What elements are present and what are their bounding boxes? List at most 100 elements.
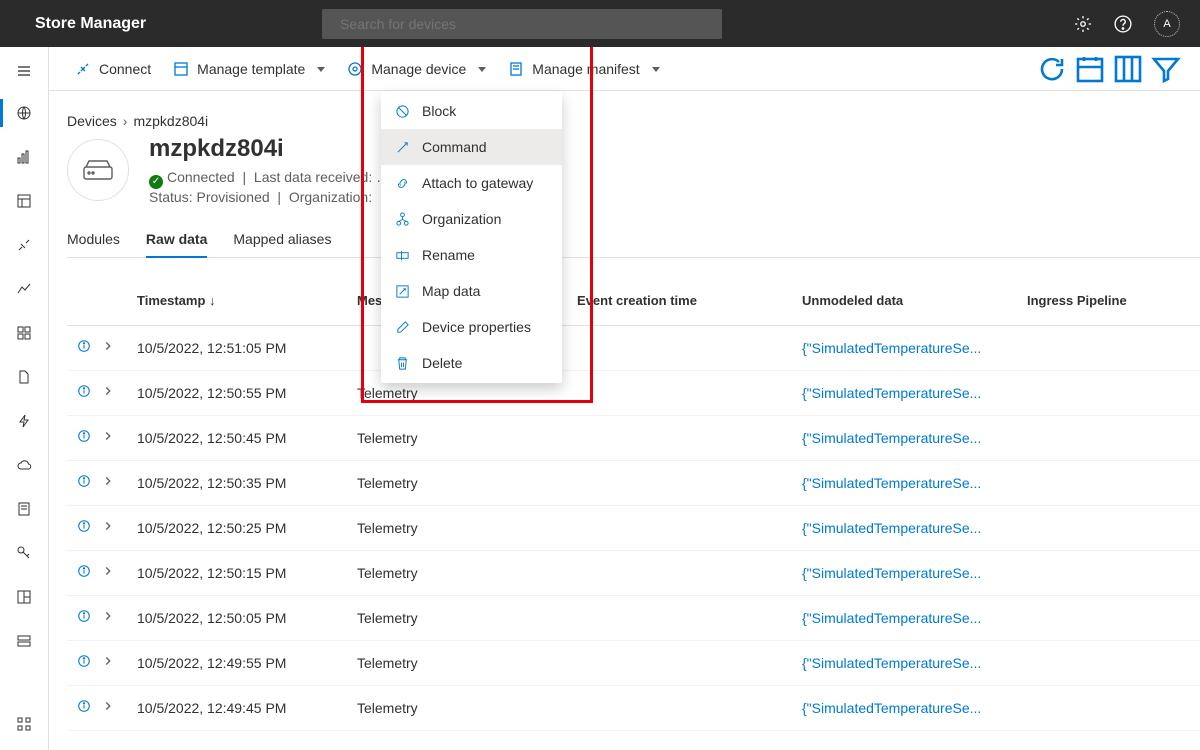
table-row[interactable]: 10/5/2022, 12:50:15 PMTelemetry{"Simulat…	[67, 551, 1200, 596]
manage-device-button[interactable]: Manage device	[339, 55, 494, 83]
tab-modules[interactable]: Modules	[67, 223, 120, 257]
table-row[interactable]: 10/5/2022, 12:50:05 PMTelemetry{"Simulat…	[67, 596, 1200, 641]
cell-type: Telemetry	[357, 520, 577, 536]
info-icon[interactable]	[77, 429, 91, 446]
nav-analytics[interactable]	[0, 267, 48, 311]
nav-server[interactable]	[0, 619, 48, 663]
expand-icon[interactable]	[101, 564, 115, 581]
tabs: Modules Raw data Mapped aliases	[67, 223, 1200, 258]
table-row[interactable]: 10/5/2022, 12:51:05 PM {"SimulatedTempera…	[67, 326, 1200, 371]
calendar-button[interactable]	[1074, 53, 1106, 85]
hamburger-icon[interactable]	[0, 51, 48, 91]
expand-icon[interactable]	[101, 474, 115, 491]
cell-unmodeled[interactable]: {"SimulatedTemperatureSe...	[802, 430, 1027, 446]
nav-doc[interactable]	[0, 487, 48, 531]
nav-bolt[interactable]	[0, 399, 48, 443]
tab-mapped-aliases[interactable]: Mapped aliases	[233, 223, 331, 257]
cell-type: Telemetry	[357, 385, 577, 401]
cell-timestamp: 10/5/2022, 12:50:25 PM	[137, 520, 357, 536]
cell-unmodeled[interactable]: {"SimulatedTemperatureSe...	[802, 655, 1027, 671]
avatar[interactable]: A	[1154, 11, 1180, 37]
breadcrumb: Devices › mzpkdz804i	[67, 113, 1200, 129]
nav-globe[interactable]	[0, 91, 48, 135]
info-icon[interactable]	[77, 654, 91, 671]
dropdown-block[interactable]: Block	[381, 93, 562, 129]
connect-button[interactable]: Connect	[67, 55, 159, 83]
nav-layout[interactable]	[0, 575, 48, 619]
dropdown-map-data[interactable]: Map data	[381, 273, 562, 309]
cell-unmodeled[interactable]: {"SimulatedTemperatureSe...	[802, 700, 1027, 716]
tab-raw-data[interactable]: Raw data	[146, 223, 207, 257]
expand-icon[interactable]	[101, 384, 115, 401]
dropdown-delete[interactable]: Delete	[381, 345, 562, 381]
grid-header: Timestamp ↓ Message type Event creation …	[67, 276, 1200, 326]
main: Connect Manage template Manage device Ma…	[49, 47, 1200, 750]
cell-timestamp: 10/5/2022, 12:49:55 PM	[137, 655, 357, 671]
manage-template-button[interactable]: Manage template	[165, 55, 333, 83]
sort-down-icon: ↓	[209, 293, 216, 308]
info-icon[interactable]	[77, 519, 91, 536]
cell-type: Telemetry	[357, 610, 577, 626]
col-unmodeled[interactable]: Unmodeled data	[802, 293, 1027, 308]
expand-icon[interactable]	[101, 429, 115, 446]
expand-icon[interactable]	[101, 609, 115, 626]
cell-timestamp: 10/5/2022, 12:51:05 PM	[137, 340, 357, 356]
command-bar: Connect Manage template Manage device Ma…	[49, 47, 1200, 91]
table-row[interactable]: 10/5/2022, 12:50:55 PMTelemetry {"Simulat…	[67, 371, 1200, 416]
info-icon[interactable]	[77, 609, 91, 626]
cell-unmodeled[interactable]: {"SimulatedTemperatureSe...	[802, 340, 1027, 356]
nav-cloud[interactable]	[0, 443, 48, 487]
global-search[interactable]	[322, 9, 722, 39]
info-icon[interactable]	[77, 474, 91, 491]
columns-button[interactable]	[1112, 53, 1144, 85]
info-icon[interactable]	[77, 699, 91, 716]
cell-type: Telemetry	[357, 565, 577, 581]
nav-file[interactable]	[0, 355, 48, 399]
dropdown-command[interactable]: Command	[381, 129, 562, 165]
dropdown-organization[interactable]: Organization	[381, 201, 562, 237]
col-timestamp[interactable]: Timestamp ↓	[137, 293, 357, 308]
nav-chart[interactable]	[0, 135, 48, 179]
cell-unmodeled[interactable]: {"SimulatedTemperatureSe...	[802, 565, 1027, 581]
nav-apps[interactable]	[0, 702, 48, 746]
expand-icon[interactable]	[101, 339, 115, 356]
settings-icon[interactable]	[1074, 15, 1092, 33]
nav-table[interactable]	[0, 179, 48, 223]
expand-icon[interactable]	[101, 519, 115, 536]
filter-button[interactable]	[1150, 53, 1182, 85]
device-meta: ✓Connected | Last data received: … PM St…	[149, 169, 415, 205]
nav-link[interactable]	[0, 223, 48, 267]
search-input[interactable]	[340, 16, 712, 32]
cell-unmodeled[interactable]: {"SimulatedTemperatureSe...	[802, 385, 1027, 401]
info-icon[interactable]	[77, 384, 91, 401]
table-row[interactable]: 10/5/2022, 12:50:35 PMTelemetry{"Simulat…	[67, 461, 1200, 506]
table-row[interactable]: 10/5/2022, 12:50:45 PMTelemetry{"Simulat…	[67, 416, 1200, 461]
manage-template-label: Manage template	[197, 61, 305, 77]
table-row[interactable]: 10/5/2022, 12:50:25 PMTelemetry {"Simulat…	[67, 506, 1200, 551]
cell-timestamp: 10/5/2022, 12:50:55 PM	[137, 385, 357, 401]
cell-unmodeled[interactable]: {"SimulatedTemperatureSe...	[802, 520, 1027, 536]
info-icon[interactable]	[77, 564, 91, 581]
expand-icon[interactable]	[101, 699, 115, 716]
col-ingress[interactable]: Ingress Pipeline	[1027, 293, 1200, 308]
table-row[interactable]: 10/5/2022, 12:49:45 PMTelemetry{"Simulat…	[67, 686, 1200, 731]
nav-grid[interactable]	[0, 311, 48, 355]
manage-manifest-button[interactable]: Manage manifest	[500, 55, 667, 83]
info-icon[interactable]	[77, 339, 91, 356]
dropdown-attach[interactable]: Attach to gateway	[381, 165, 562, 201]
cell-unmodeled[interactable]: {"SimulatedTemperatureSe...	[802, 475, 1027, 491]
col-event-creation[interactable]: Event creation time	[577, 293, 802, 308]
help-icon[interactable]	[1114, 15, 1132, 33]
check-icon: ✓	[149, 175, 163, 189]
dropdown-rename[interactable]: Rename	[381, 237, 562, 273]
refresh-button[interactable]	[1036, 53, 1068, 85]
breadcrumb-root[interactable]: Devices	[67, 113, 117, 129]
nav-key[interactable]	[0, 531, 48, 575]
table-row[interactable]: 10/5/2022, 12:49:55 PMTelemetry {"Simulat…	[67, 641, 1200, 686]
dropdown-device-properties[interactable]: Device properties	[381, 309, 562, 345]
connect-label: Connect	[99, 61, 151, 77]
cell-unmodeled[interactable]: {"SimulatedTemperatureSe...	[802, 610, 1027, 626]
cell-type: Telemetry	[357, 655, 577, 671]
expand-icon[interactable]	[101, 654, 115, 671]
manage-device-dropdown: Block Command Attach to gateway Organiza…	[381, 91, 562, 383]
